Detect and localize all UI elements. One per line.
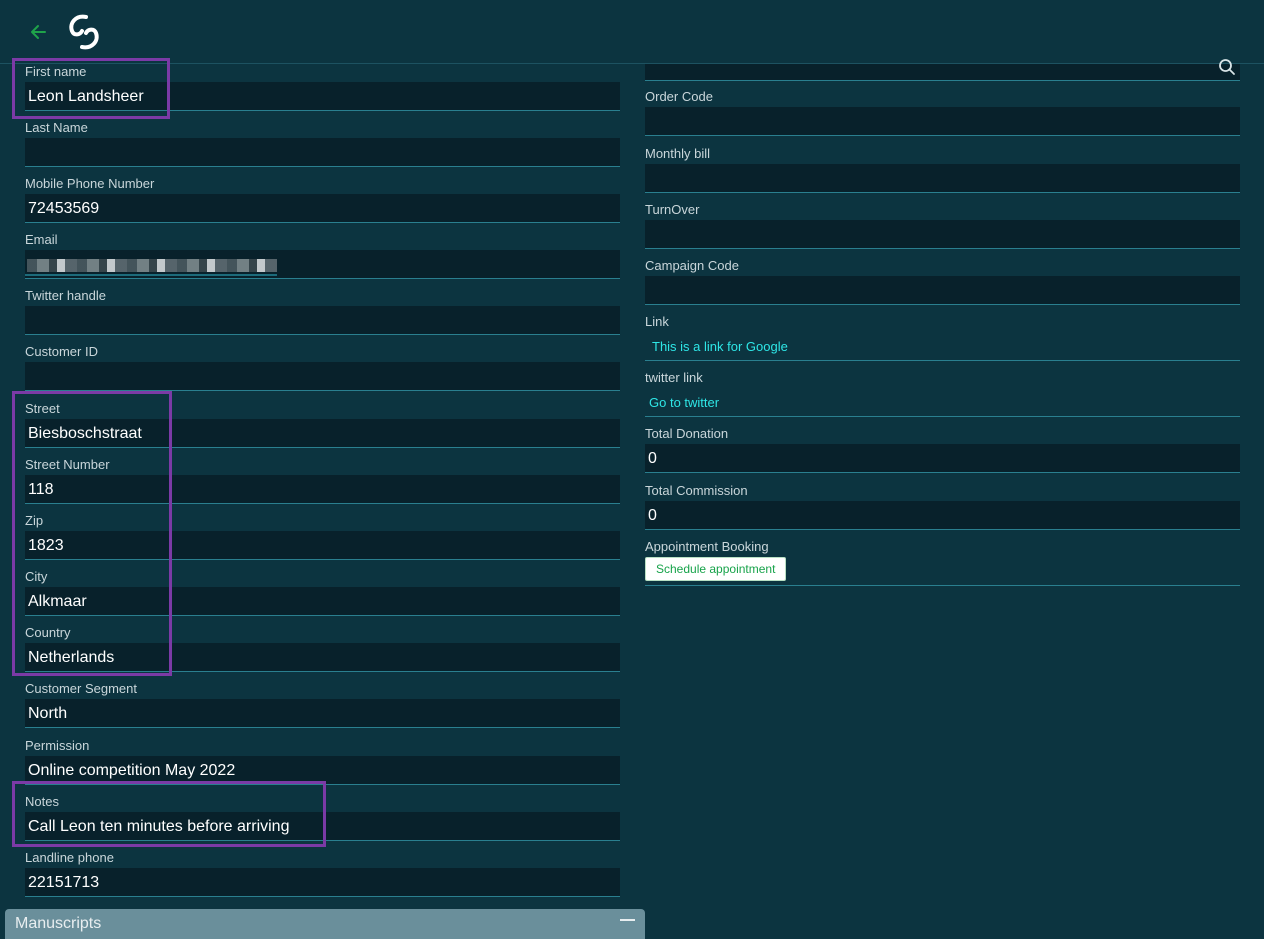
manuscripts-title: Manuscripts: [15, 915, 102, 932]
field-customer-segment: Customer Segment North: [25, 681, 620, 737]
field-order-code: Order Code: [645, 89, 1240, 145]
field-permission: Permission Online competition May 2022: [25, 738, 620, 794]
street-input[interactable]: Biesboschstraat: [25, 419, 620, 448]
field-label: Monthly bill: [645, 146, 711, 161]
field-label: Permission: [25, 738, 90, 753]
customer-segment-input[interactable]: North: [25, 699, 620, 728]
field-label: Total Donation: [645, 426, 729, 441]
field-total-commission: Total Commission 0: [645, 483, 1240, 539]
landline-phone-input[interactable]: 22151713: [25, 868, 620, 897]
field-last-name: Last Name: [25, 120, 620, 176]
field-label: Link: [645, 314, 669, 329]
field-total-donation: Total Donation 0: [645, 426, 1240, 482]
field-link: Link This is a link for Google: [645, 314, 1240, 370]
first-name-input[interactable]: Leon Landsheer: [25, 82, 620, 111]
field-label: Street Number: [25, 457, 110, 472]
field-customer-id: Customer ID: [25, 344, 620, 400]
total-commission-input[interactable]: 0: [645, 501, 1240, 530]
field-monthly-bill: Monthly bill: [645, 146, 1240, 202]
street-number-input[interactable]: 118: [25, 475, 620, 504]
redacted-email: [27, 259, 277, 272]
field-country: Country Netherlands: [25, 625, 620, 681]
twitter-link[interactable]: Go to twitter: [649, 395, 719, 410]
field-label: Email: [25, 232, 58, 247]
zip-input[interactable]: 1823: [25, 531, 620, 560]
field-label: Appointment Booking: [645, 539, 769, 554]
top-bar: [0, 0, 1264, 64]
field-label: Mobile Phone Number: [25, 176, 155, 191]
field-zip: Zip 1823: [25, 513, 620, 569]
twitter-link-row: Go to twitter: [645, 388, 1240, 417]
field-campaign-code: Campaign Code: [645, 258, 1240, 314]
field-mobile-phone: Mobile Phone Number 72453569: [25, 176, 620, 232]
field-turnover: TurnOver: [645, 202, 1240, 258]
field-label: First name: [25, 64, 87, 79]
field-label: Street: [25, 401, 60, 416]
google-link-row: This is a link for Google: [645, 332, 1240, 361]
field-label: Last Name: [25, 120, 88, 135]
field-label: TurnOver: [645, 202, 700, 217]
notes-input[interactable]: Call Leon ten minutes before arriving: [25, 812, 620, 841]
field-label: Twitter handle: [25, 288, 106, 303]
collapse-icon[interactable]: [620, 919, 635, 921]
field-label: Campaign Code: [645, 258, 739, 273]
google-link[interactable]: This is a link for Google: [652, 339, 788, 354]
field-label: Country: [25, 625, 71, 640]
order-code-input[interactable]: [645, 107, 1240, 136]
search-icon[interactable]: [1218, 58, 1236, 76]
field-landline-phone: Landline phone 22151713: [25, 850, 620, 906]
twitter-handle-input[interactable]: [25, 306, 620, 335]
field-email: Email: [25, 232, 620, 288]
field-label: Customer Segment: [25, 681, 137, 696]
field-street: Street Biesboschstraat: [25, 401, 620, 457]
total-donation-input[interactable]: 0: [645, 444, 1240, 473]
email-input[interactable]: [25, 250, 620, 279]
country-input[interactable]: Netherlands: [25, 643, 620, 672]
schedule-appointment-button[interactable]: Schedule appointment: [645, 557, 787, 581]
field-street-number: Street Number 118: [25, 457, 620, 513]
mobile-phone-input[interactable]: 72453569: [25, 194, 620, 223]
field-label: Landline phone: [25, 850, 114, 865]
campaign-code-input[interactable]: [645, 276, 1240, 305]
field-label: Zip: [25, 513, 44, 528]
permission-input[interactable]: Online competition May 2022: [25, 756, 620, 785]
customer-id-input[interactable]: [25, 362, 620, 391]
field-label: Notes: [25, 794, 59, 809]
monthly-bill-input[interactable]: [645, 164, 1240, 193]
field-twitter-handle: Twitter handle: [25, 288, 620, 344]
search-field[interactable]: [645, 59, 1240, 81]
field-notes: Notes Call Leon ten minutes before arriv…: [25, 794, 620, 850]
brand-logo-icon: [69, 14, 99, 50]
appointment-underline: [645, 585, 1240, 586]
redacted-email-underline: [25, 274, 277, 276]
field-appointment-booking: Appointment Booking Schedule appointment: [645, 539, 1240, 595]
turnover-input[interactable]: [645, 220, 1240, 249]
field-city: City Alkmaar: [25, 569, 620, 625]
field-first-name: First name Leon Landsheer: [25, 64, 620, 120]
field-label: Customer ID: [25, 344, 98, 359]
field-label: twitter link: [645, 370, 703, 385]
field-label: Order Code: [645, 89, 713, 104]
city-input[interactable]: Alkmaar: [25, 587, 620, 616]
field-label: City: [25, 569, 48, 584]
arrow-left-icon[interactable]: [28, 22, 48, 42]
manuscripts-panel-header[interactable]: Manuscripts: [5, 909, 645, 939]
field-twitter-link: twitter link Go to twitter: [645, 370, 1240, 426]
last-name-input[interactable]: [25, 138, 620, 167]
field-label: Total Commission: [645, 483, 748, 498]
